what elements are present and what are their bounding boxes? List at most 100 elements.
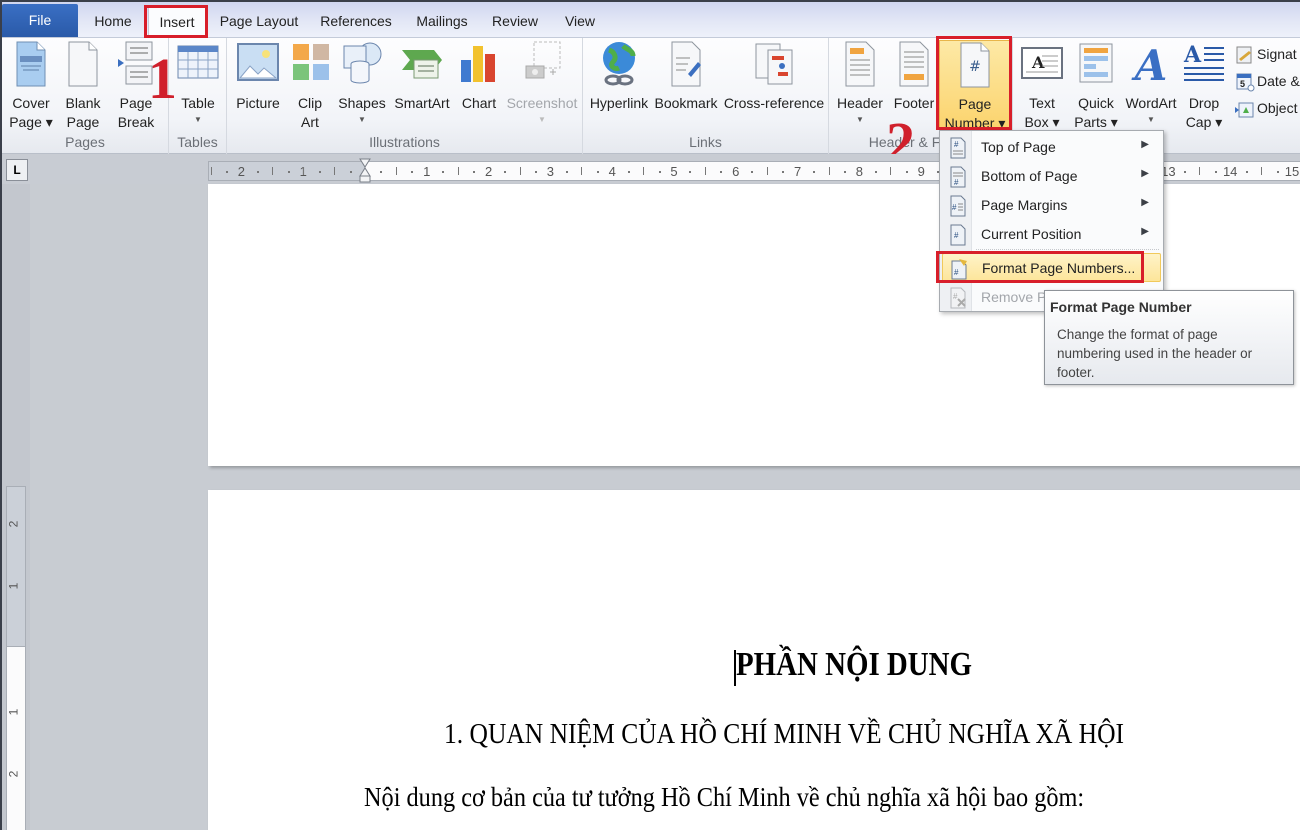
vertical-ruler-tick-label: 1 <box>6 582 21 590</box>
ruler-tick-mark <box>534 171 537 173</box>
screenshot-icon <box>525 41 561 79</box>
ruler-tick-mark <box>287 171 290 173</box>
clip-art-icon <box>293 44 329 80</box>
blank-page-button[interactable]: Blank Page <box>60 40 106 132</box>
top-of-page-icon: # <box>950 137 966 159</box>
tab-mailings[interactable]: Mailings <box>408 6 476 36</box>
shapes-button[interactable]: Shapes ▼ <box>337 40 387 127</box>
wordart-button[interactable]: A WordArt ▼ <box>1121 40 1181 127</box>
ruler-tick-mark <box>1199 167 1201 175</box>
signature-line-button[interactable]: Signat <box>1235 42 1297 66</box>
tab-view[interactable]: View <box>558 6 602 36</box>
ruler-tick-mark <box>349 171 352 173</box>
ruler-tick-mark <box>627 171 630 173</box>
picture-button[interactable]: Picture <box>233 40 283 113</box>
tab-insert[interactable]: Insert <box>148 6 206 38</box>
svg-text:#: # <box>953 292 958 301</box>
shapes-icon <box>343 42 382 84</box>
menu-separator <box>976 249 1159 250</box>
svg-text:A: A <box>1183 42 1202 68</box>
menu-item-page-margins[interactable]: # Page Margins ▶ <box>942 191 1161 220</box>
page-break-button[interactable]: Page Break <box>112 40 160 132</box>
ruler-tick-mark <box>272 167 274 175</box>
cross-reference-button[interactable]: Cross-reference <box>723 40 825 113</box>
ruler-tick-label: 9 <box>917 164 925 179</box>
date-time-button[interactable]: 5 Date & <box>1235 69 1300 93</box>
object-button[interactable]: Object <box>1235 96 1297 120</box>
ruler-tick-mark <box>1183 171 1186 173</box>
ruler-tick-mark <box>210 167 212 175</box>
menu-item-current-position[interactable]: # Current Position ▶ <box>942 220 1161 249</box>
text-box-button[interactable]: A Text Box ▾ <box>1015 40 1069 132</box>
chart-icon <box>461 46 495 82</box>
ruler-tick-label: 1 <box>423 164 431 179</box>
calendar-icon: 5 <box>1236 73 1255 92</box>
tab-review[interactable]: Review <box>486 6 544 36</box>
vertical-ruler[interactable]: 2 1 1 2 <box>6 486 26 830</box>
ruler-tick-label: 5 <box>670 164 678 179</box>
submenu-arrow-icon: ▶ <box>1141 139 1149 150</box>
vertical-ruler-tick-label: 2 <box>6 770 21 778</box>
ruler-tick-mark <box>1245 171 1248 173</box>
smartart-icon <box>402 50 442 79</box>
ruler-tick-mark <box>334 167 336 175</box>
menu-item-top-of-page[interactable]: # Top of Page ▶ <box>942 133 1161 162</box>
svg-text:#: # <box>954 178 959 187</box>
header-button[interactable]: Header ▼ <box>833 40 887 127</box>
page-number-button[interactable]: # Page Number ▾ <box>939 40 1011 132</box>
submenu-arrow-icon: ▶ <box>1141 226 1149 237</box>
ruler-tick-mark <box>1214 171 1217 173</box>
hyperlink-button[interactable]: Hyperlink <box>587 40 651 113</box>
ruler-tick-mark <box>411 171 414 173</box>
ruler-tick-mark <box>395 167 397 175</box>
format-page-numbers-icon: # <box>951 259 967 280</box>
svg-text:#: # <box>954 140 959 149</box>
page-break-icon <box>118 41 153 85</box>
ruler-tick-mark <box>519 167 521 175</box>
ruler-tick-mark <box>565 171 568 173</box>
ruler-tick-mark <box>504 171 507 173</box>
tab-page-layout[interactable]: Page Layout <box>214 6 304 36</box>
footer-button[interactable]: Footer <box>889 40 939 113</box>
drop-cap-button[interactable]: A Drop Cap ▾ <box>1181 40 1227 132</box>
indent-marker[interactable] <box>359 158 371 184</box>
ruler-tick-label: 15 <box>1284 164 1300 179</box>
vertical-ruler-tick-label: 1 <box>6 708 21 716</box>
ruler-tick-mark <box>643 167 645 175</box>
object-icon <box>1235 102 1254 118</box>
svg-text:#: # <box>954 268 959 277</box>
ruler-tick-label: 2 <box>484 164 493 179</box>
tab-references[interactable]: References <box>314 6 398 36</box>
smartart-button[interactable]: SmartArt <box>391 40 453 113</box>
quick-parts-button[interactable]: Quick Parts ▾ <box>1071 40 1121 132</box>
ruler-tick-mark <box>813 171 816 173</box>
ruler-tick-label: 8 <box>855 164 864 179</box>
menu-item-bottom-of-page[interactable]: # Bottom of Page ▶ <box>942 162 1161 191</box>
tab-file[interactable]: File <box>2 4 78 37</box>
ruler-tick-mark <box>782 171 785 173</box>
cover-page-icon <box>16 41 46 87</box>
ruler-tick-mark <box>473 171 476 173</box>
clip-art-button[interactable]: Clip Art <box>289 40 331 132</box>
document-page-2[interactable]: PHẦN NỘI DUNG 1. QUAN NIỆM CỦA HỒ CHÍ MI… <box>208 490 1300 830</box>
screenshot-button[interactable]: Screenshot ▼ <box>505 40 579 127</box>
submenu-arrow-icon: ▶ <box>1141 168 1149 179</box>
tab-home[interactable]: Home <box>86 6 140 36</box>
document-title: PHẦN NỘI DUNG <box>736 646 973 683</box>
tab-stop-selector[interactable]: L <box>6 159 28 181</box>
format-page-number-tooltip: Format Page Number Change the format of … <box>1044 290 1294 385</box>
signature-icon <box>1236 46 1252 64</box>
ruler-tick-mark <box>751 171 754 173</box>
bookmark-button[interactable]: Bookmark <box>653 40 719 113</box>
ruler-tick-mark <box>1276 171 1279 173</box>
cover-page-button[interactable]: Cover Page ▾ <box>6 40 56 132</box>
bottom-of-page-icon: # <box>950 166 966 188</box>
chart-button[interactable]: Chart <box>457 40 501 113</box>
ruler-tick-mark <box>457 167 459 175</box>
ruler-tick-mark <box>596 171 599 173</box>
table-button[interactable]: Table ▼ <box>173 40 223 127</box>
svg-text:#: # <box>952 203 957 212</box>
wordart-icon: A <box>1131 41 1168 88</box>
picture-icon <box>237 43 279 81</box>
menu-item-format-page-numbers[interactable]: # Format Page Numbers... <box>942 253 1161 282</box>
